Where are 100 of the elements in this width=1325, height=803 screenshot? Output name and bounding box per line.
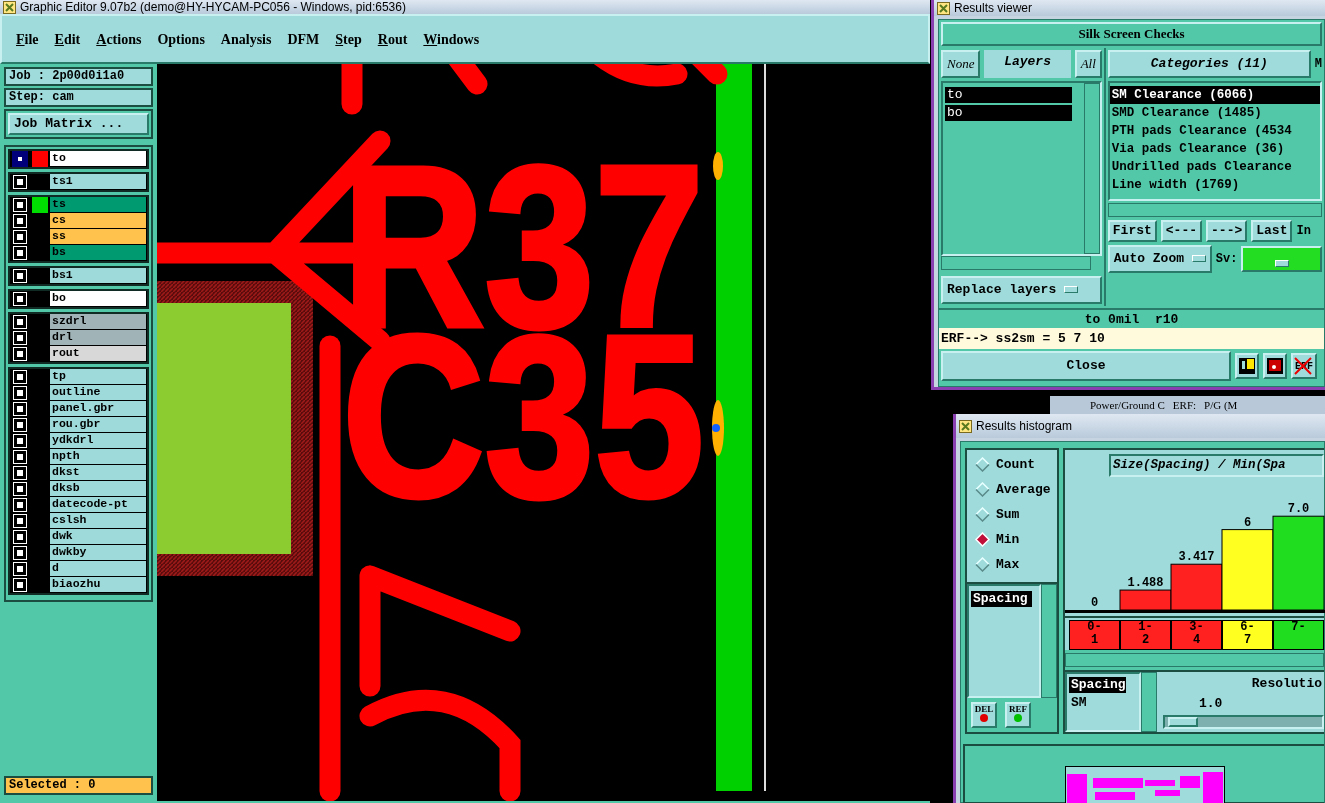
categories-header-fragment: M <box>1314 56 1322 73</box>
list-item[interactable]: to <box>945 87 1072 103</box>
job-matrix-button[interactable]: Job Matrix ... <box>8 113 149 135</box>
action-button[interactable]: DEL <box>971 702 997 728</box>
layer-checkbox[interactable] <box>14 499 26 511</box>
menu-item[interactable]: Step <box>335 26 362 52</box>
layer-button[interactable]: bs1 <box>50 268 146 283</box>
layer-button[interactable]: dwk <box>50 529 146 544</box>
radio-button[interactable]: Min <box>967 527 1057 552</box>
layer-button[interactable]: datecode-pt <box>50 497 146 512</box>
menu-item[interactable]: DFM <box>287 26 320 52</box>
layer-button[interactable]: szdrl <box>50 314 146 329</box>
layer-button[interactable]: drl <box>50 330 146 345</box>
list-item[interactable]: Spacing <box>971 591 1032 607</box>
layer-button[interactable]: to <box>50 151 146 166</box>
layer-checkbox[interactable] <box>14 332 26 344</box>
auto-zoom-dropdown[interactable]: Auto Zoom <box>1107 245 1212 273</box>
layer-checkbox[interactable] <box>14 293 26 305</box>
nav-button[interactable]: ---> <box>1206 220 1248 242</box>
list-item[interactable]: Via pads Clearance (36) <box>1109 140 1320 158</box>
layer-button[interactable]: bo <box>50 291 146 306</box>
list-item[interactable]: SM <box>1069 695 1087 711</box>
menu-item[interactable]: Edit <box>54 26 81 52</box>
layer-checkbox[interactable] <box>14 515 26 527</box>
layer-button[interactable]: panel.gbr <box>50 401 146 416</box>
list-item[interactable]: PTH pads Clearance (4534 <box>1109 122 1320 140</box>
layer-button[interactable]: ss <box>50 229 146 244</box>
nav-button[interactable]: First <box>1107 220 1157 242</box>
scrollbar[interactable] <box>1065 653 1324 667</box>
layer-checkbox[interactable] <box>14 435 26 447</box>
layer-button[interactable]: biaozhu <box>50 577 146 592</box>
layer-button[interactable]: cs <box>50 213 146 228</box>
nav-button[interactable]: Last <box>1251 220 1293 242</box>
layer-checkbox[interactable] <box>14 199 26 211</box>
layer-button[interactable]: rou.gbr <box>50 417 146 432</box>
radio-button[interactable]: Max <box>967 552 1057 577</box>
menu-item[interactable]: Analysis <box>220 26 272 52</box>
severity-dropdown[interactable] <box>1241 246 1322 272</box>
icon-button[interactable] <box>1263 353 1287 379</box>
scrollbar[interactable] <box>941 256 1091 270</box>
layer-checkbox[interactable] <box>14 467 26 479</box>
radio-button[interactable]: Average <box>967 477 1057 502</box>
list-item[interactable]: bo <box>945 105 1072 121</box>
list-button[interactable]: All <box>1074 50 1102 78</box>
replace-layers-dropdown[interactable]: Replace layers <box>941 276 1102 304</box>
layer-checkbox[interactable] <box>14 176 26 188</box>
layer-checkbox[interactable] <box>14 153 26 165</box>
icon-button[interactable] <box>1235 353 1259 379</box>
close-button[interactable]: Close <box>941 351 1231 381</box>
layer-button[interactable]: d <box>50 561 146 576</box>
layer-checkbox[interactable] <box>14 483 26 495</box>
list-item[interactable]: Spacing <box>1069 677 1126 693</box>
layer-checkbox[interactable] <box>14 231 26 243</box>
layer-button[interactable]: dwkby <box>50 545 146 560</box>
list-item[interactable]: Undrilled pads Clearance <box>1109 158 1320 176</box>
layer-button[interactable]: rout <box>50 346 146 361</box>
layer-checkbox[interactable] <box>14 348 26 360</box>
layer-button[interactable]: bs <box>50 245 146 260</box>
layer-checkbox[interactable] <box>14 563 26 575</box>
menu-item[interactable]: Options <box>157 26 205 52</box>
layer-checkbox[interactable] <box>14 419 26 431</box>
window-text: ERF: <box>1172 397 1197 413</box>
layer-button[interactable]: outline <box>50 385 146 400</box>
layer-button[interactable]: dkst <box>50 465 146 480</box>
list-item[interactable]: SM Clearance (6066) <box>1109 86 1320 104</box>
layer-checkbox[interactable] <box>14 403 26 415</box>
menu-item[interactable]: Rout <box>377 26 408 52</box>
layer-checkbox[interactable] <box>14 316 26 328</box>
list-item[interactable]: Line width (1769) <box>1109 176 1320 194</box>
action-button[interactable]: REF <box>1005 702 1031 728</box>
nav-button[interactable]: <--- <box>1160 220 1203 242</box>
layer-button[interactable]: tp <box>50 369 146 384</box>
layer-checkbox[interactable] <box>14 547 26 559</box>
layer-button[interactable]: dksb <box>50 481 146 496</box>
slider-thumb[interactable] <box>1167 717 1198 727</box>
layer-checkbox[interactable] <box>14 215 26 227</box>
layer-checkbox[interactable] <box>14 579 26 591</box>
scrollbar[interactable] <box>1107 203 1322 217</box>
scrollbar[interactable] <box>1141 672 1157 732</box>
layer-checkbox[interactable] <box>14 371 26 383</box>
layer-checkbox[interactable] <box>14 247 26 259</box>
layer-checkbox[interactable] <box>14 270 26 282</box>
layer-button[interactable]: ydkdrl <box>50 433 146 448</box>
categories-button[interactable]: Categories (11) <box>1107 50 1311 78</box>
radio-button[interactable]: Count <box>967 452 1057 477</box>
layer-checkbox[interactable] <box>14 387 26 399</box>
layer-button[interactable]: npth <box>50 449 146 464</box>
radio-button[interactable]: Sum <box>967 502 1057 527</box>
scrollbar[interactable] <box>1041 584 1057 698</box>
list-item[interactable]: SMD Clearance (1485) <box>1109 104 1320 122</box>
menu-item[interactable]: Windows <box>423 26 480 52</box>
layer-checkbox[interactable] <box>14 451 26 463</box>
menu-item[interactable]: Actions <box>96 26 142 52</box>
menu-item[interactable]: File <box>16 26 39 52</box>
layer-button[interactable]: ts1 <box>50 174 146 189</box>
list-button[interactable]: None <box>941 50 981 78</box>
layer-button[interactable]: ts <box>50 197 146 212</box>
layer-button[interactable]: cslsh <box>50 513 146 528</box>
layer-checkbox[interactable] <box>14 531 26 543</box>
slider-track[interactable] <box>1163 715 1324 729</box>
